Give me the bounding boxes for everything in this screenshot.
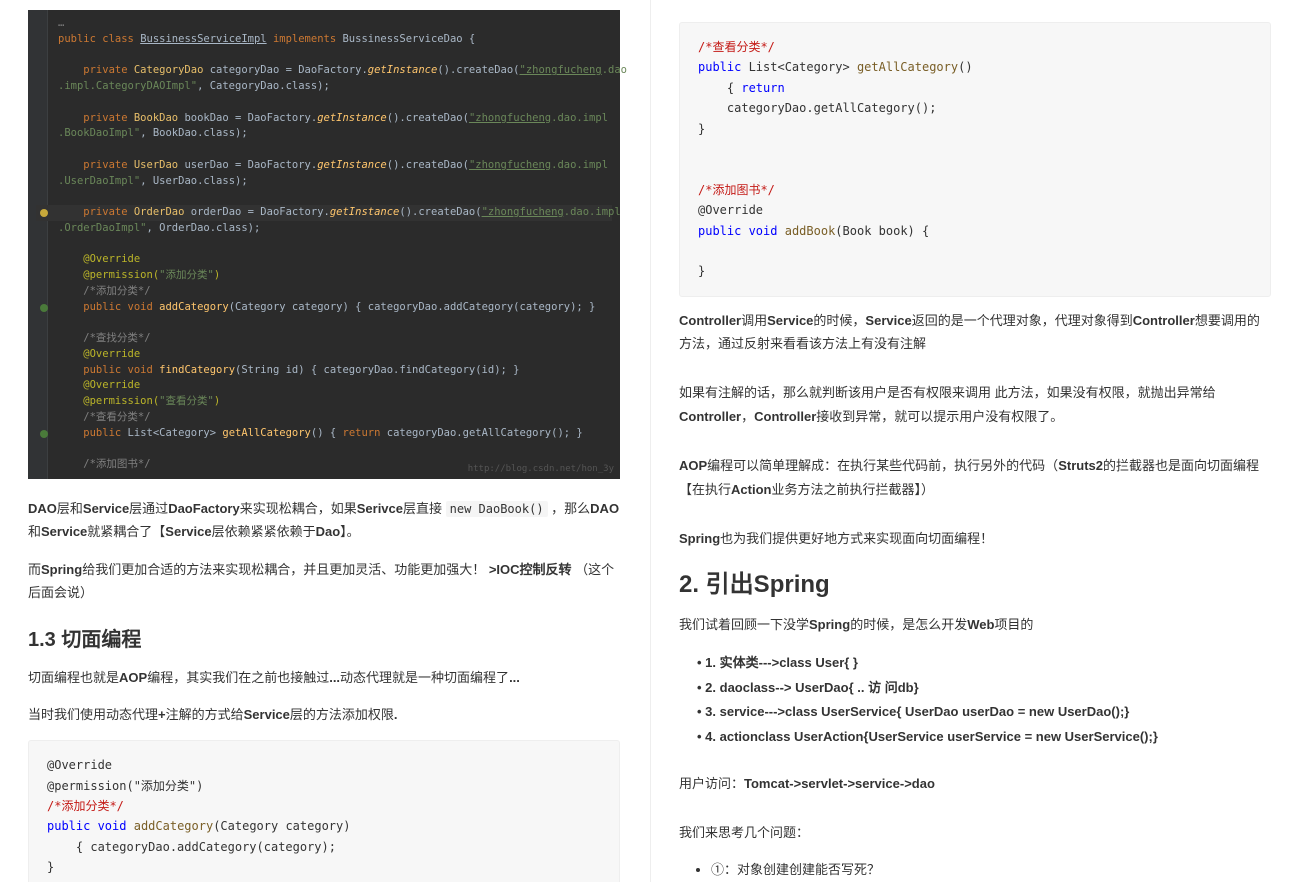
- dark-code-block: … public class BussinessServiceImpl impl…: [28, 10, 620, 479]
- p-recall: 我们试着回顾一下没学Spring的时候，是怎么开发Web项目的: [679, 613, 1271, 636]
- p-controller-service: Controller调用Service的时候，Service返回的是一个代理对象…: [679, 309, 1271, 356]
- p-proxy-annotation: 当时我们使用动态代理+注解的方式给Service层的方法添加权限.: [28, 703, 620, 726]
- heading-2: 2. 引出Spring: [679, 564, 1271, 599]
- list-item: ①：对象创建创建能否写死？: [711, 858, 1271, 882]
- p-dao-service: DAO层和Service层通过DaoFactory来实现松耦合，如果Serivc…: [28, 497, 620, 544]
- steps-list: 1. 实体类--->class User{ } 2. daoclass--> U…: [711, 651, 1271, 750]
- light-code-block-1: @Override @permission("添加分类") /*添加分类*/ p…: [28, 740, 620, 882]
- list-item: 1. 实体类--->class User{ }: [711, 651, 1271, 676]
- p-user-access: 用户访问：Tomcat->servlet->service->dao: [679, 772, 1271, 795]
- heading-1-3: 1.3 切面编程: [28, 623, 620, 652]
- p-spring-ioc: 而Spring给我们更加合适的方法来实现松耦合，并且更加灵活、功能更加强大！ >…: [28, 558, 620, 605]
- light-code-block-2: /*查看分类*/ public List<Category> getAllCat…: [679, 22, 1271, 297]
- watermark: http://blog.csdn.net/hon_3y: [468, 463, 614, 477]
- questions-list: ①：对象创建创建能否写死？ ②：对象创建细节 对象数量 action 多个 【维…: [711, 858, 1271, 882]
- list-item: 3. service--->class UserService{ UserDao…: [711, 700, 1271, 725]
- p-aop-explain: AOP编程可以简单理解成：在执行某些代码前，执行另外的代码（Struts2的拦截…: [679, 454, 1271, 501]
- p-annotation-check: 如果有注解的话，那么就判断该用户是否有权限来调用 此方法，如果没有权限，就抛出异…: [679, 381, 1271, 428]
- p-think-questions: 我们来思考几个问题：: [679, 821, 1271, 844]
- p-aop-intro: 切面编程也就是AOP编程，其实我们在之前也接触过...动态代理就是一种切面编程了…: [28, 666, 620, 689]
- list-item: 4. actionclass UserAction{UserService us…: [711, 725, 1271, 750]
- list-item: 2. daoclass--> UserDao{ .. 访 问db}: [711, 676, 1271, 701]
- p-spring-aop: Spring也为我们提供更好地方式来实现面向切面编程！: [679, 527, 1271, 550]
